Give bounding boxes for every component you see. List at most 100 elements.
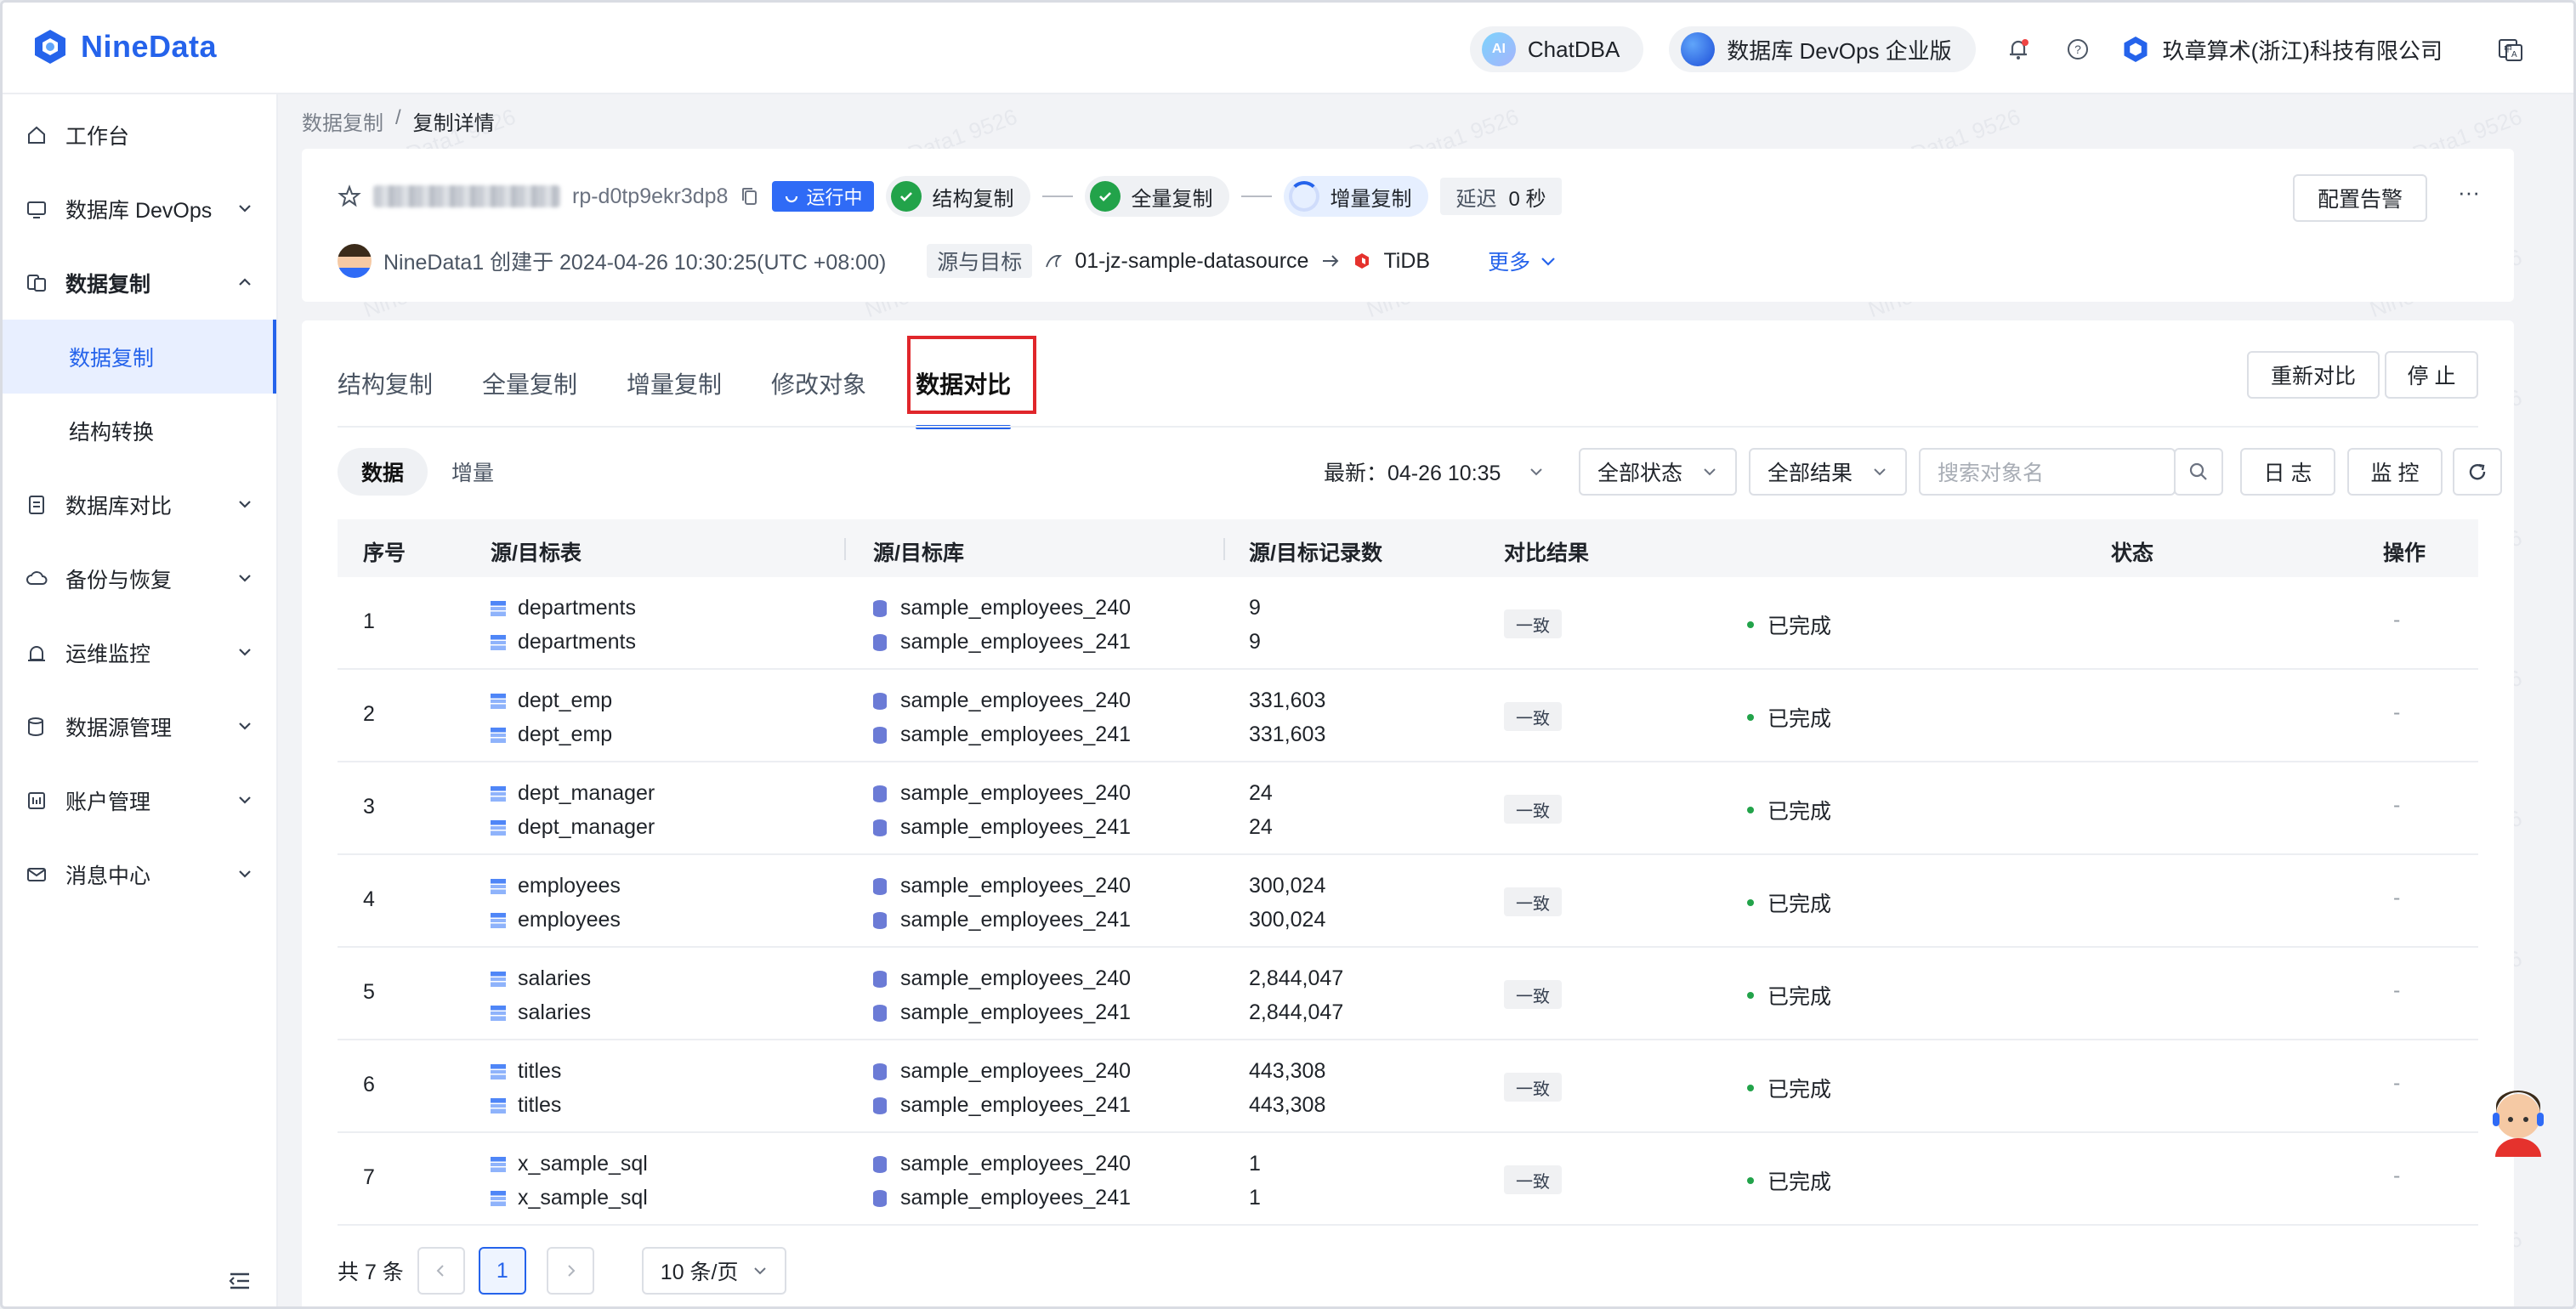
row-number: 1 — [363, 609, 375, 633]
sidebar-item-label: 账户管理 — [65, 790, 151, 814]
more-actions-icon[interactable]: ··· — [2458, 179, 2480, 206]
result-badge: 一致 — [1504, 795, 1562, 824]
status-text: 已完成 — [1767, 615, 1832, 638]
status-dot — [1747, 1085, 1754, 1091]
source-count: 1 — [1249, 1152, 1261, 1176]
page-1-button[interactable]: 1 — [478, 1247, 526, 1295]
record-counts: 300,024 300,024 — [1249, 855, 1487, 946]
sidebar-subitem-label: 数据复制 — [69, 346, 155, 371]
log-button[interactable]: 日 志 — [2240, 448, 2335, 496]
alarm-icon — [25, 641, 48, 665]
result-badge: 一致 — [1504, 609, 1562, 638]
next-page-button[interactable] — [546, 1247, 594, 1295]
search-button[interactable] — [2174, 448, 2223, 496]
logo[interactable]: NineData — [30, 26, 217, 67]
database-icon — [873, 634, 887, 651]
target-db-name: sample_employees_241 — [900, 630, 1132, 654]
table-names: titles titles — [491, 1040, 831, 1131]
sidebar-item-devops[interactable]: 数据库 DevOps — [3, 172, 276, 246]
sidebar-item-messages[interactable]: 消息中心 — [3, 837, 276, 911]
database-icon — [873, 1005, 887, 1022]
search-input[interactable]: 搜索对象名 — [1919, 448, 2176, 496]
sidebar-item-backup[interactable]: 备份与恢复 — [3, 541, 276, 615]
db-names: sample_employees_240 sample_employees_241 — [873, 1133, 1230, 1224]
status-cell: 已完成 — [1747, 1165, 1831, 1196]
database-icon — [873, 912, 887, 929]
support-assistant-icon[interactable] — [2488, 1091, 2548, 1157]
sidebar-item-label: 数据源管理 — [65, 716, 173, 740]
copy-icon[interactable] — [740, 186, 760, 207]
status-dot — [1747, 621, 1754, 628]
tab-schema[interactable]: 结构复制 — [338, 358, 433, 429]
task-meta-row: NineData1 创建于 2024-04-26 10:30:25(UTC +0… — [338, 241, 1558, 281]
tab-incremental[interactable]: 增量复制 — [627, 358, 722, 429]
row-number: 2 — [363, 702, 375, 726]
step-connector — [1241, 196, 1273, 197]
sidebar-item-account[interactable]: 账户管理 — [3, 763, 276, 837]
svg-text:A: A — [2511, 50, 2517, 60]
subtab-incremental[interactable]: 增量 — [428, 448, 518, 496]
status-filter[interactable]: 全部状态 — [1579, 448, 1737, 496]
column-divider — [844, 538, 846, 560]
target-db-name: sample_employees_241 — [900, 722, 1132, 746]
source-count: 9 — [1249, 596, 1261, 620]
page-size-select[interactable]: 10 条/页 — [641, 1247, 786, 1295]
subtab-data[interactable]: 数据 — [338, 448, 428, 496]
language-icon[interactable]: 中A — [2494, 32, 2528, 66]
delay-label: 延迟 — [1455, 187, 1497, 211]
database-icon — [873, 785, 887, 802]
result-filter-value: 全部结果 — [1767, 462, 1853, 485]
breadcrumb-parent[interactable]: 数据复制 — [302, 106, 383, 136]
target-db-name: sample_employees_241 — [900, 1186, 1132, 1210]
row-action: - — [2393, 700, 2401, 724]
refresh-icon — [2469, 463, 2486, 480]
sidebar-subitem-label: 结构转换 — [69, 420, 155, 445]
organization-switcher[interactable]: 玖章算术(浙江)科技有限公司 — [2120, 34, 2443, 65]
collapse-sidebar-icon[interactable] — [225, 1267, 252, 1295]
edition-button[interactable]: 数据库 DevOps 企业版 — [1669, 26, 1976, 72]
sidebar-item-datasource[interactable]: 数据源管理 — [3, 689, 276, 763]
source-table-name: titles — [518, 1059, 562, 1083]
target-db-name: sample_employees_241 — [900, 1000, 1132, 1024]
target-db: sample_employees_241 — [873, 722, 1131, 747]
sidebar-subitem-replication[interactable]: 数据复制 — [3, 320, 276, 394]
stop-button[interactable]: 停 止 — [2385, 351, 2478, 399]
toolbar: 数据 增量 最新：04-26 10:35 全部状态 全部结果 搜索对象名 日 志 — [338, 448, 2502, 499]
table-icon — [491, 1006, 506, 1021]
monitor-button[interactable]: 监 控 — [2347, 448, 2443, 496]
more-link[interactable]: 更多 — [1488, 246, 1558, 276]
help-icon[interactable]: ? — [2061, 32, 2095, 66]
target-table: employees — [491, 908, 621, 932]
result-filter[interactable]: 全部结果 — [1749, 448, 1907, 496]
status-dot — [1747, 899, 1754, 906]
chevron-up-icon — [239, 278, 251, 286]
sidebar-item-replication[interactable]: 数据复制 — [3, 246, 276, 320]
source-table-name: departments — [518, 596, 636, 620]
status-badge: 运行中 — [772, 181, 875, 212]
database-icon — [873, 819, 887, 836]
database-icon — [873, 1190, 887, 1207]
mysql-icon — [1046, 254, 1063, 268]
latest-select[interactable]: 最新：04-26 10:35 — [1307, 448, 1562, 496]
task-name-redacted — [373, 185, 560, 207]
star-icon[interactable] — [338, 184, 361, 208]
sidebar-item-ops-monitor[interactable]: 运维监控 — [3, 615, 276, 689]
tab-full[interactable]: 全量复制 — [482, 358, 577, 429]
prev-page-button[interactable] — [417, 1247, 465, 1295]
highlight-box — [907, 336, 1036, 414]
tab-modify-objects[interactable]: 修改对象 — [771, 358, 866, 429]
recompare-button[interactable]: 重新对比 — [2247, 351, 2380, 399]
chatdba-label: ChatDBA — [1527, 36, 1620, 62]
sidebar-item-workbench[interactable]: 工作台 — [3, 98, 276, 172]
status-cell: 已完成 — [1747, 980, 1831, 1011]
chatdba-button[interactable]: AI ChatDBA — [1469, 26, 1644, 72]
configure-alarm-button[interactable]: 配置告警 — [2293, 174, 2427, 222]
check-icon — [891, 181, 922, 212]
refresh-button[interactable] — [2453, 448, 2502, 496]
table-body: 1 departments departments sample_employees_… — [338, 577, 2478, 1226]
col-action: 操作 — [2383, 541, 2426, 565]
bell-icon[interactable] — [2001, 32, 2035, 66]
table-names: departments departments — [491, 577, 831, 668]
sidebar-subitem-schema-convert[interactable]: 结构转换 — [3, 394, 276, 468]
sidebar-item-db-compare[interactable]: 数据库对比 — [3, 468, 276, 541]
